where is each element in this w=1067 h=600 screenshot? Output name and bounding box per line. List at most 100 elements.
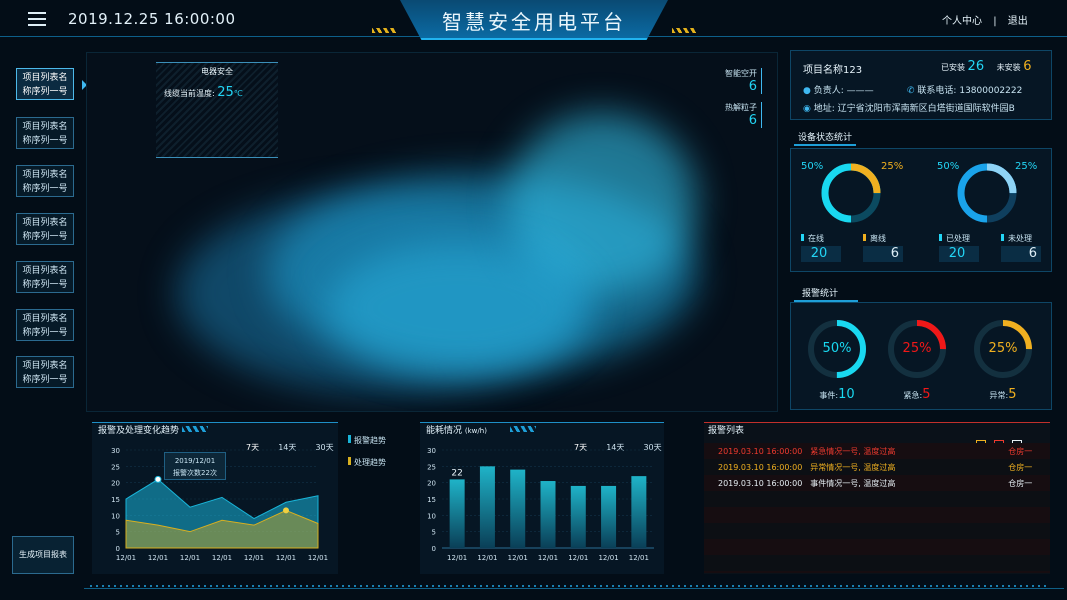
bar[interactable] [510,469,526,548]
device-status-title: 设备状态统计 [798,133,853,143]
header-stripe-right [672,28,696,33]
address-value: 辽宁省沈阳市浑南新区白塔街道国际软件园B [837,104,1015,114]
y-tick-label: 15 [427,496,436,504]
device-status-panel: 50% 25% 50% 25% 在线 20 离线 6 已处理 20 未处理 6 [790,148,1052,272]
particle-label: 热解粒子 [725,103,757,112]
map-stat-breaker: 智能空开 6 [706,68,762,94]
alarm-table: 2019.03.10 16:00:00 紧急情况一号, 温度过高 仓房一 2019.0… [714,443,1036,491]
y-tick-label: 30 [427,447,436,455]
stat-label: 已处理 [946,234,970,243]
sidebar-item[interactable]: 项目列表名 称序列一号 [16,117,74,149]
project-info-panel: 项目名称123 已安装 26 未安装 6 ● 负责人: ——— ✆ 联系电话: … [790,50,1052,120]
energy-unit: (kw/h) [464,427,487,435]
header-stripe-left [372,28,396,33]
sidebar-item-line1: 项目列表名 [22,361,68,371]
trend-tooltip: 2019/12/01 报警次数22次 [164,452,226,480]
ring1-right-pct: 25% [881,161,904,172]
sidebar-item-line1: 项目列表名 [22,170,68,180]
phone-value: 13800002222 [959,86,1023,96]
stat-marker [939,234,942,241]
stat-value: 6 [863,246,903,262]
menu-icon[interactable] [28,12,46,26]
installed-value: 26 [967,59,985,74]
x-tick-label: 12/01 [244,554,264,562]
alarm-ring: 25% 异常:5 [971,317,1035,402]
sidebar-item[interactable]: 项目列表名 称序列一号 [16,213,74,245]
table-row[interactable]: 2019.03.10 16:00:00 事件情况一号, 温度过高 仓房一 [714,475,1036,491]
legend-alarm-swatch [348,435,351,443]
sidebar-item-line1: 项目列表名 [22,73,68,83]
bar[interactable] [631,476,647,548]
y-tick-label: 10 [427,512,436,520]
profile-link[interactable]: 个人中心 [942,16,982,27]
alarm-time: 2019.03.10 16:00:00 [718,462,803,472]
y-tick-label: 0 [116,545,120,553]
owner-value: ——— [846,86,874,96]
project-name: 项目名称123 [803,65,863,76]
device-stat: 已处理 20 [939,233,979,262]
temperature-value: 25 [217,85,234,100]
table-row[interactable]: 2019.03.10 16:00:00 紧急情况一号, 温度过高 仓房一 [714,443,1036,459]
generate-report-button[interactable]: 生成项目报表 [12,536,74,574]
sidebar-item-line1: 项目列表名 [22,266,68,276]
stat-value: 20 [801,246,841,262]
alarm-time: 2019.03.10 16:00:00 [718,478,803,488]
owner-label: 负责人: [813,86,844,96]
address-label: 地址: [813,104,835,114]
alarm-ring-pct: 25% [988,341,1018,356]
alarm-place: 仓房一 [1008,462,1033,472]
sidebar-item[interactable]: 项目列表名 称序列一号 [16,309,74,341]
bar[interactable] [570,485,586,548]
device-stat: 在线 20 [801,233,841,262]
y-tick-label: 5 [116,529,120,537]
sidebar-item-line2: 称序列一号 [22,280,68,290]
device-status-underline [794,144,856,146]
sidebar-item[interactable]: 项目列表名称序列一号 [16,356,74,388]
y-tick-label: 15 [111,496,120,504]
y-tick-label: 10 [111,512,120,520]
alarm-ring-value: 5 [922,387,931,402]
sidebar-item[interactable]: 项目列表名 称序列一号 [16,165,74,197]
bar-value-label: 22 [451,468,462,478]
y-tick-label: 20 [111,480,120,488]
sidebar-item[interactable]: 项目列表名称序列一号 [16,261,74,293]
logout-link[interactable]: 退出 [1008,16,1028,27]
x-tick-label: 12/01 [629,554,649,562]
x-tick-label: 12/01 [180,554,200,562]
stat-value: 20 [939,246,979,262]
energy-chart: 0 5 10 15 20 25 30 12/01 12/01 12/01 12/01 12/01 12/… [427,447,654,562]
location-icon: ◉ [803,104,811,114]
alarm-event: 事件情况一号, 温度过高 [810,478,896,488]
y-tick-label: 20 [427,480,436,488]
y-tick-label: 5 [432,529,436,537]
heat-blob [327,243,587,373]
bar[interactable] [449,479,465,548]
bar[interactable] [540,481,556,548]
legend-alarm: 报警趋势 [348,430,386,452]
y-tick-label: 25 [427,463,436,471]
bar[interactable] [601,485,617,548]
x-tick-label: 12/01 [148,554,168,562]
stat-marker [863,234,866,241]
table-row[interactable]: 2019.03.10 16:00:00 异常情况一号, 温度过高 仓房一 [714,459,1036,475]
sidebar-item[interactable]: 项目列表名称序列一号 [16,68,74,100]
alarm-stats-title: 报警统计 [802,289,839,299]
alarm-ring-value: 10 [838,387,855,402]
phone-icon: ✆ [907,86,915,96]
temperature-unit: ℃ [233,89,243,98]
alarm-ring-label: 紧急: [903,391,923,400]
bar[interactable] [479,466,495,548]
sidebar-item-line2: 称序列一号 [22,87,68,97]
y-tick-label: 0 [432,545,436,553]
header-datetime: 2019.12.25 16:00:00 [68,10,236,28]
alarm-stats-panel: 50% 事件:10 25% 紧急:5 25% 异常:5 [790,302,1052,410]
sidebar-item-line2: 称序列一号 [22,375,68,385]
y-tick-label: 25 [111,463,120,471]
legend-process-swatch [348,457,351,465]
person-icon: ● [803,86,811,96]
sidebar-item-line2: 称序列一号 [22,232,68,242]
bottom-dots [90,585,1050,587]
data-point[interactable] [283,507,289,514]
alarm-event: 紧急情况一号, 温度过高 [810,446,896,456]
data-point[interactable] [154,475,162,483]
